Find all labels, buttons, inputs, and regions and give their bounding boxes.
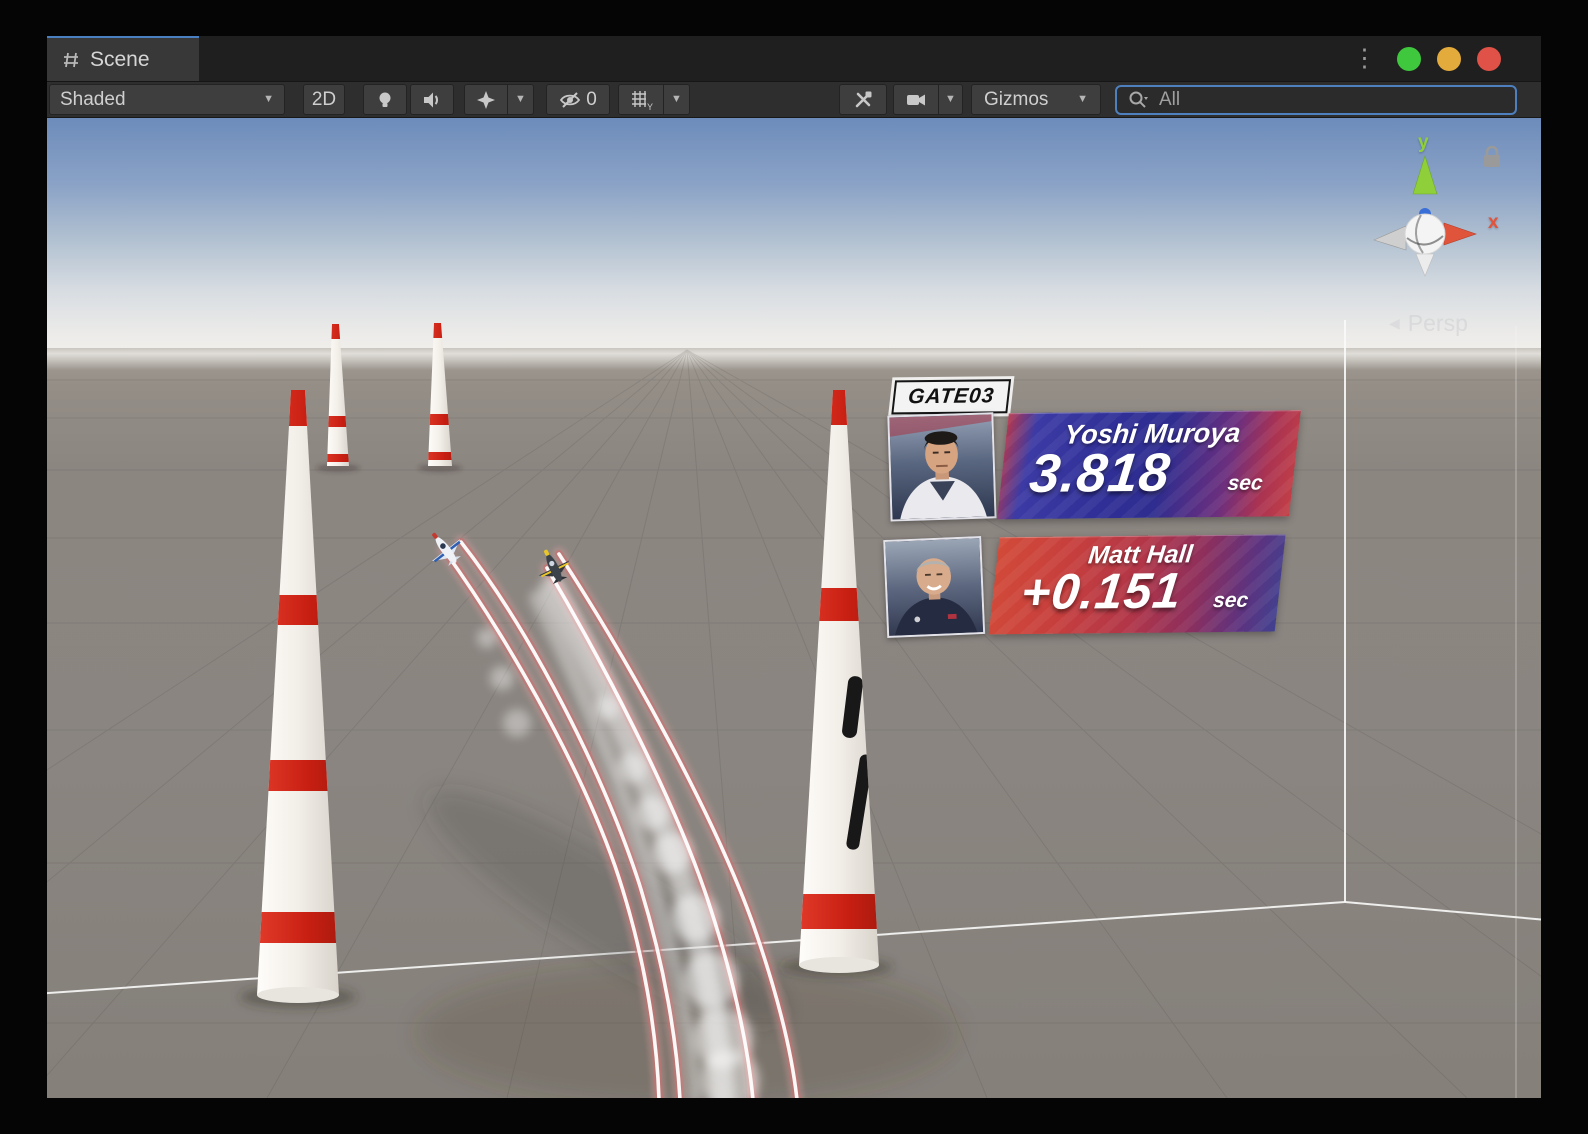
chevron-down-icon: ▼ [1077,93,1088,105]
pilot-portrait-icon [889,414,995,520]
camera-control: ▼ [893,84,963,115]
pilot-time-unit: sec [1211,588,1250,613]
draw-mode-dropdown[interactable]: Shaded ▼ [49,84,285,115]
pilot-time: +0.151 [1018,562,1185,621]
speaker-icon [424,92,438,107]
gate-badge: GATE03 [891,379,1012,415]
scene-audio-button[interactable] [410,84,454,115]
pylon-far-left[interactable] [317,324,362,466]
lightbulb-icon [379,92,391,107]
pilot-time-unit: sec [1226,471,1265,495]
grid-visibility-button[interactable]: Y [618,84,664,115]
effects-dropdown-button[interactable]: ▼ [508,84,534,115]
svg-text:Y: Y [647,102,653,111]
eye-slash-icon [560,91,581,108]
unity-scene-window: Scene ⋮ Shaded ▼ 2D ▼ 0 Y ▼ ▼ Gizmos ▼ A… [47,36,1541,1098]
pilot-photo-yoshi [887,412,997,522]
traffic-light-red[interactable] [1477,46,1501,71]
pilot-name: Matt Hall [1086,540,1195,570]
scene-grid-icon [64,52,78,67]
pilot-card-yoshi: Yoshi Muroya 3.818 sec [996,410,1301,520]
axis-y-cone[interactable] [1412,155,1438,195]
axis-y-label: y [1418,132,1429,153]
effects-icon [477,90,495,109]
hidden-objects-count: 0 [586,88,597,110]
persp-arrow-icon: ◀ [1389,315,1400,331]
pylon-far-right[interactable] [419,323,464,466]
axis-x-label: x [1488,212,1499,233]
axis-x-cone[interactable] [1443,222,1477,246]
chevron-down-icon: ▼ [263,93,274,105]
chevron-down-icon: ▼ [515,93,526,105]
traffic-light-yellow[interactable] [1437,46,1461,71]
hidden-objects-button[interactable]: 0 [546,84,610,115]
gizmo-center-sphere[interactable] [1404,213,1446,255]
effects-toggle-button[interactable] [464,84,508,115]
chevron-down-icon: ▼ [671,93,682,105]
tab-scene[interactable]: Scene [47,36,199,81]
chevron-down-icon: ▼ [945,93,956,105]
scene-toolbar: Shaded ▼ 2D ▼ 0 Y ▼ ▼ Gizmos ▼ All [47,81,1541,118]
component-tools-button[interactable] [839,84,887,115]
grid-dropdown-button[interactable]: ▼ [664,84,690,115]
search-input[interactable] [1157,87,1457,112]
pilot-photo-matt [883,535,986,639]
pilot-name: Yoshi Muroya [1062,417,1243,450]
mode-2d-label: 2D [311,88,337,110]
camera-icon [907,94,925,105]
pylon-right[interactable] [787,390,897,973]
pylon-left[interactable] [247,390,357,1003]
screenshot-root: { "window": { "tab_label": "Scene" }, "t… [0,0,1588,1134]
scene-lighting-button[interactable] [363,84,407,115]
draw-mode-label: Shaded [60,88,126,110]
camera-dropdown-button[interactable]: ▼ [939,84,963,115]
gizmos-dropdown[interactable]: Gizmos ▼ [971,84,1101,115]
grid-visibility-control: Y ▼ [618,84,690,115]
scene-viewport[interactable]: GATE03 Yoshi Muroya 3.818 sec Matt Hall … [47,118,1541,1098]
pilot-card-matt: Matt Hall +0.151 sec [988,534,1286,635]
camera-button[interactable] [893,84,939,115]
traffic-light-green[interactable] [1397,46,1421,71]
scene-search-field [1115,84,1517,115]
grid-snap-icon: Y [632,90,653,111]
race-hud[interactable]: GATE03 Yoshi Muroya 3.818 sec Matt Hall … [883,376,1362,761]
axis-y-negative-cone[interactable] [1415,253,1435,277]
perspective-toggle[interactable]: ◀ Persp [1389,310,1468,337]
orientation-gizmo [1373,155,1477,277]
window-menu-icon[interactable]: ⋮ [1352,46,1377,71]
mode-2d-button[interactable]: 2D [303,84,345,115]
axis-x-negative-cone[interactable] [1373,225,1407,251]
pilot-portrait-icon [885,538,984,636]
persp-label: Persp [1407,310,1468,336]
tab-bar: Scene ⋮ [47,36,1541,81]
window-controls: ⋮ [1352,36,1541,81]
search-icon[interactable] [1127,89,1149,111]
effects-control: ▼ [464,84,534,115]
gizmos-label: Gizmos [984,88,1049,110]
pilot-time: 3.818 [1026,442,1174,505]
lock-icon[interactable] [1481,144,1503,170]
tools-icon [855,91,872,107]
tab-scene-label: Scene [90,47,150,71]
